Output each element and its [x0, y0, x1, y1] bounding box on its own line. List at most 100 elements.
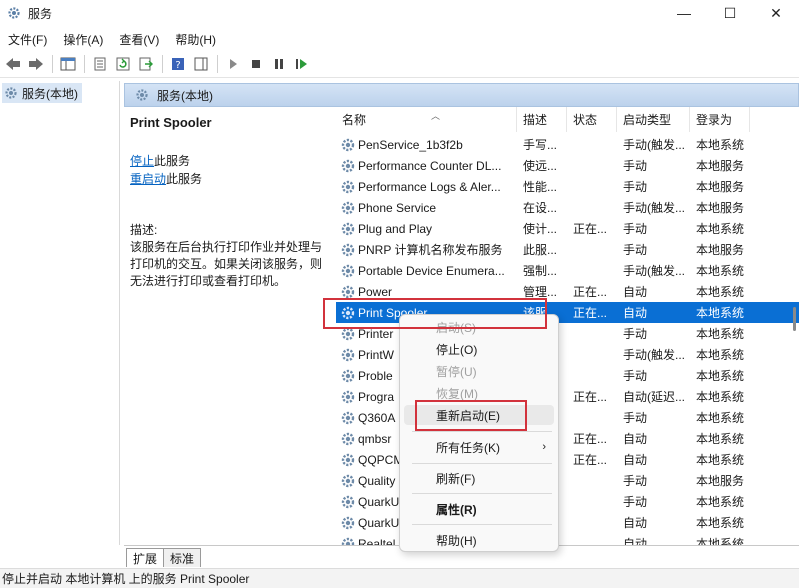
ctx-separator [412, 463, 552, 464]
menu-view[interactable]: 查看(V) [111, 31, 167, 48]
export-list-icon[interactable] [135, 53, 157, 75]
ctx-all-tasks[interactable]: 所有任务(K) › [404, 437, 554, 457]
stop-service-link[interactable]: 停止 [130, 154, 154, 168]
service-name-cell: Performance Logs & Aler... [336, 179, 517, 195]
service-logon-cell: 本地系统 [696, 369, 745, 383]
service-description-cell: 此服... [523, 243, 558, 257]
services-gear-icon [5, 87, 17, 99]
ctx-separator [412, 493, 552, 494]
restart-service-link[interactable]: 重启动 [130, 172, 166, 186]
table-row[interactable]: Phone Service 在设... 手动(触发... 本地服务 [336, 197, 799, 218]
stop-link-suffix: 此服务 [154, 154, 191, 168]
stop-service-icon[interactable] [245, 53, 267, 75]
column-header-logon-as[interactable]: 登录为 [690, 107, 750, 132]
service-startup-type-cell: 自动 [623, 285, 648, 299]
service-startup-type-cell: 手动 [623, 411, 648, 425]
service-gear-icon [341, 243, 355, 256]
service-gear-icon [341, 222, 355, 235]
ctx-help[interactable]: 帮助(H) [404, 530, 554, 550]
menu-action[interactable]: 操作(A) [55, 31, 111, 48]
service-name: Proble [358, 368, 393, 383]
service-startup-type-cell: 手动 [623, 159, 648, 173]
service-logon-cell: 本地系统 [696, 495, 745, 509]
column-header-startup-type[interactable]: 启动类型 [617, 107, 690, 132]
service-startup-type-cell: 自动 [623, 432, 648, 446]
column-header-row: 名称 描述 状态 启动类型 登录为 ︿ [336, 107, 799, 132]
column-header-status[interactable]: 状态 [567, 107, 617, 132]
service-gear-icon [341, 180, 355, 193]
ctx-refresh[interactable]: 刷新(F) [404, 468, 554, 488]
back-arrow-icon[interactable] [2, 53, 24, 75]
highlight-box-restart [415, 400, 527, 431]
restart-link-suffix: 此服务 [166, 172, 203, 186]
refresh-icon[interactable] [112, 53, 134, 75]
service-logon-cell: 本地服务 [696, 474, 745, 488]
service-logon-cell: 本地系统 [696, 348, 745, 362]
service-name: QQPCM [358, 452, 404, 467]
service-gear-icon [341, 537, 355, 545]
submenu-chevron-icon: › [542, 441, 546, 453]
column-header-name[interactable]: 名称 [336, 107, 517, 132]
ctx-properties[interactable]: 属性(R) [404, 499, 554, 519]
start-service-icon[interactable] [222, 53, 244, 75]
show-hide-console-tree-icon[interactable] [57, 53, 79, 75]
tab-standard[interactable]: 标准 [163, 548, 202, 567]
action-pane-icon[interactable] [190, 53, 212, 75]
service-gear-icon [341, 369, 355, 382]
service-name-cell: Portable Device Enumera... [336, 263, 517, 279]
service-startup-type-cell: 手动 [623, 180, 648, 194]
menu-file[interactable]: 文件(F) [0, 31, 55, 48]
svg-text:?: ? [175, 60, 180, 71]
table-row[interactable]: Performance Logs & Aler... 性能... 手动 本地服务 [336, 176, 799, 197]
toolbar-separator [217, 55, 218, 73]
service-status-cell: 正在... [573, 390, 608, 404]
service-name: PNRP 计算机名称发布服务 [358, 243, 503, 257]
service-startup-type-cell: 手动 [623, 222, 648, 236]
ctx-stop[interactable]: 停止(O) [404, 339, 554, 359]
minimize-button[interactable]: — [661, 0, 707, 26]
forward-arrow-icon[interactable] [25, 53, 47, 75]
service-status-cell: 正在... [573, 222, 608, 236]
service-detail-title: Print Spooler [130, 115, 212, 130]
service-gear-icon [341, 432, 355, 445]
tree-item-services-local[interactable]: 服务(本地) [2, 83, 82, 103]
service-logon-cell: 本地系统 [696, 264, 745, 278]
service-startup-type-cell: 自动(延迟... [623, 390, 685, 404]
close-button[interactable]: ✕ [753, 0, 799, 26]
tab-extended[interactable]: 扩展 [126, 548, 165, 567]
table-row[interactable]: Performance Counter DL... 使远... 手动 本地服务 [336, 155, 799, 176]
scrollbar-thumb[interactable] [793, 307, 796, 331]
menu-help[interactable]: 帮助(H) [167, 31, 224, 48]
service-startup-type-cell: 手动 [623, 243, 648, 257]
service-logon-cell: 本地系统 [696, 285, 745, 299]
service-name-cell: Plug and Play [336, 221, 517, 237]
restart-service-icon[interactable] [291, 53, 313, 75]
service-logon-cell: 本地系统 [696, 327, 745, 341]
table-row[interactable]: Portable Device Enumera... 强制... 手动(触发... 本… [336, 260, 799, 281]
service-logon-cell: 本地系统 [696, 411, 745, 425]
service-gear-icon [341, 453, 355, 466]
table-row[interactable]: Plug and Play 使计... 正在... 手动 本地系统 [336, 218, 799, 239]
table-row[interactable]: PNRP 计算机名称发布服务 此服... 手动 本地服务 [336, 239, 799, 260]
service-startup-type-cell: 手动 [623, 369, 648, 383]
highlight-box-selected-service [323, 298, 547, 329]
service-startup-type-cell: 自动 [623, 537, 648, 545]
service-startup-type-cell: 自动 [623, 306, 648, 320]
service-status-cell: 正在... [573, 285, 608, 299]
service-name-cell: Phone Service [336, 200, 517, 216]
services-gear-icon [6, 5, 22, 21]
service-startup-type-cell: 自动 [623, 516, 648, 530]
maximize-button[interactable]: ☐ [707, 0, 753, 26]
column-header-description[interactable]: 描述 [517, 107, 567, 132]
service-gear-icon [341, 516, 355, 529]
help-icon[interactable]: ? [167, 53, 189, 75]
service-gear-icon [341, 159, 355, 172]
properties-sheet-icon[interactable] [89, 53, 111, 75]
service-logon-cell: 本地系统 [696, 222, 745, 236]
service-name: Phone Service [358, 200, 437, 215]
ctx-all-tasks-label: 所有任务(K) [436, 440, 500, 455]
ctx-pause[interactable]: 暂停(U) [404, 361, 554, 381]
pause-service-icon[interactable] [268, 53, 290, 75]
table-row[interactable]: PenService_1b3f2b 手写... 手动(触发... 本地系统 [336, 134, 799, 155]
vertical-scrollbar[interactable] [789, 107, 799, 545]
